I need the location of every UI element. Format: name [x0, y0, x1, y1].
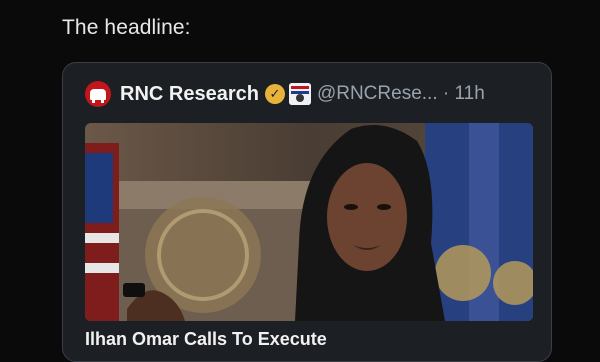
tweet-header: RNC Research ✓ @RNCRese... · 11h [85, 79, 485, 109]
verified-badge-icon: ✓ [264, 84, 285, 104]
rnc-logo-avatar[interactable] [85, 81, 111, 107]
tweet-photo[interactable] [85, 123, 533, 321]
display-name[interactable]: RNC Research [120, 83, 259, 106]
handle-and-timestamp: @RNCRese... · 11h [316, 83, 485, 104]
quoted-tweet-card[interactable]: RNC Research ✓ @RNCRese... · 11h Ilhan O… [62, 62, 552, 362]
elephant-icon [90, 88, 106, 103]
affiliate-badge-icon [288, 83, 311, 105]
intro-text: The headline: [62, 16, 191, 39]
